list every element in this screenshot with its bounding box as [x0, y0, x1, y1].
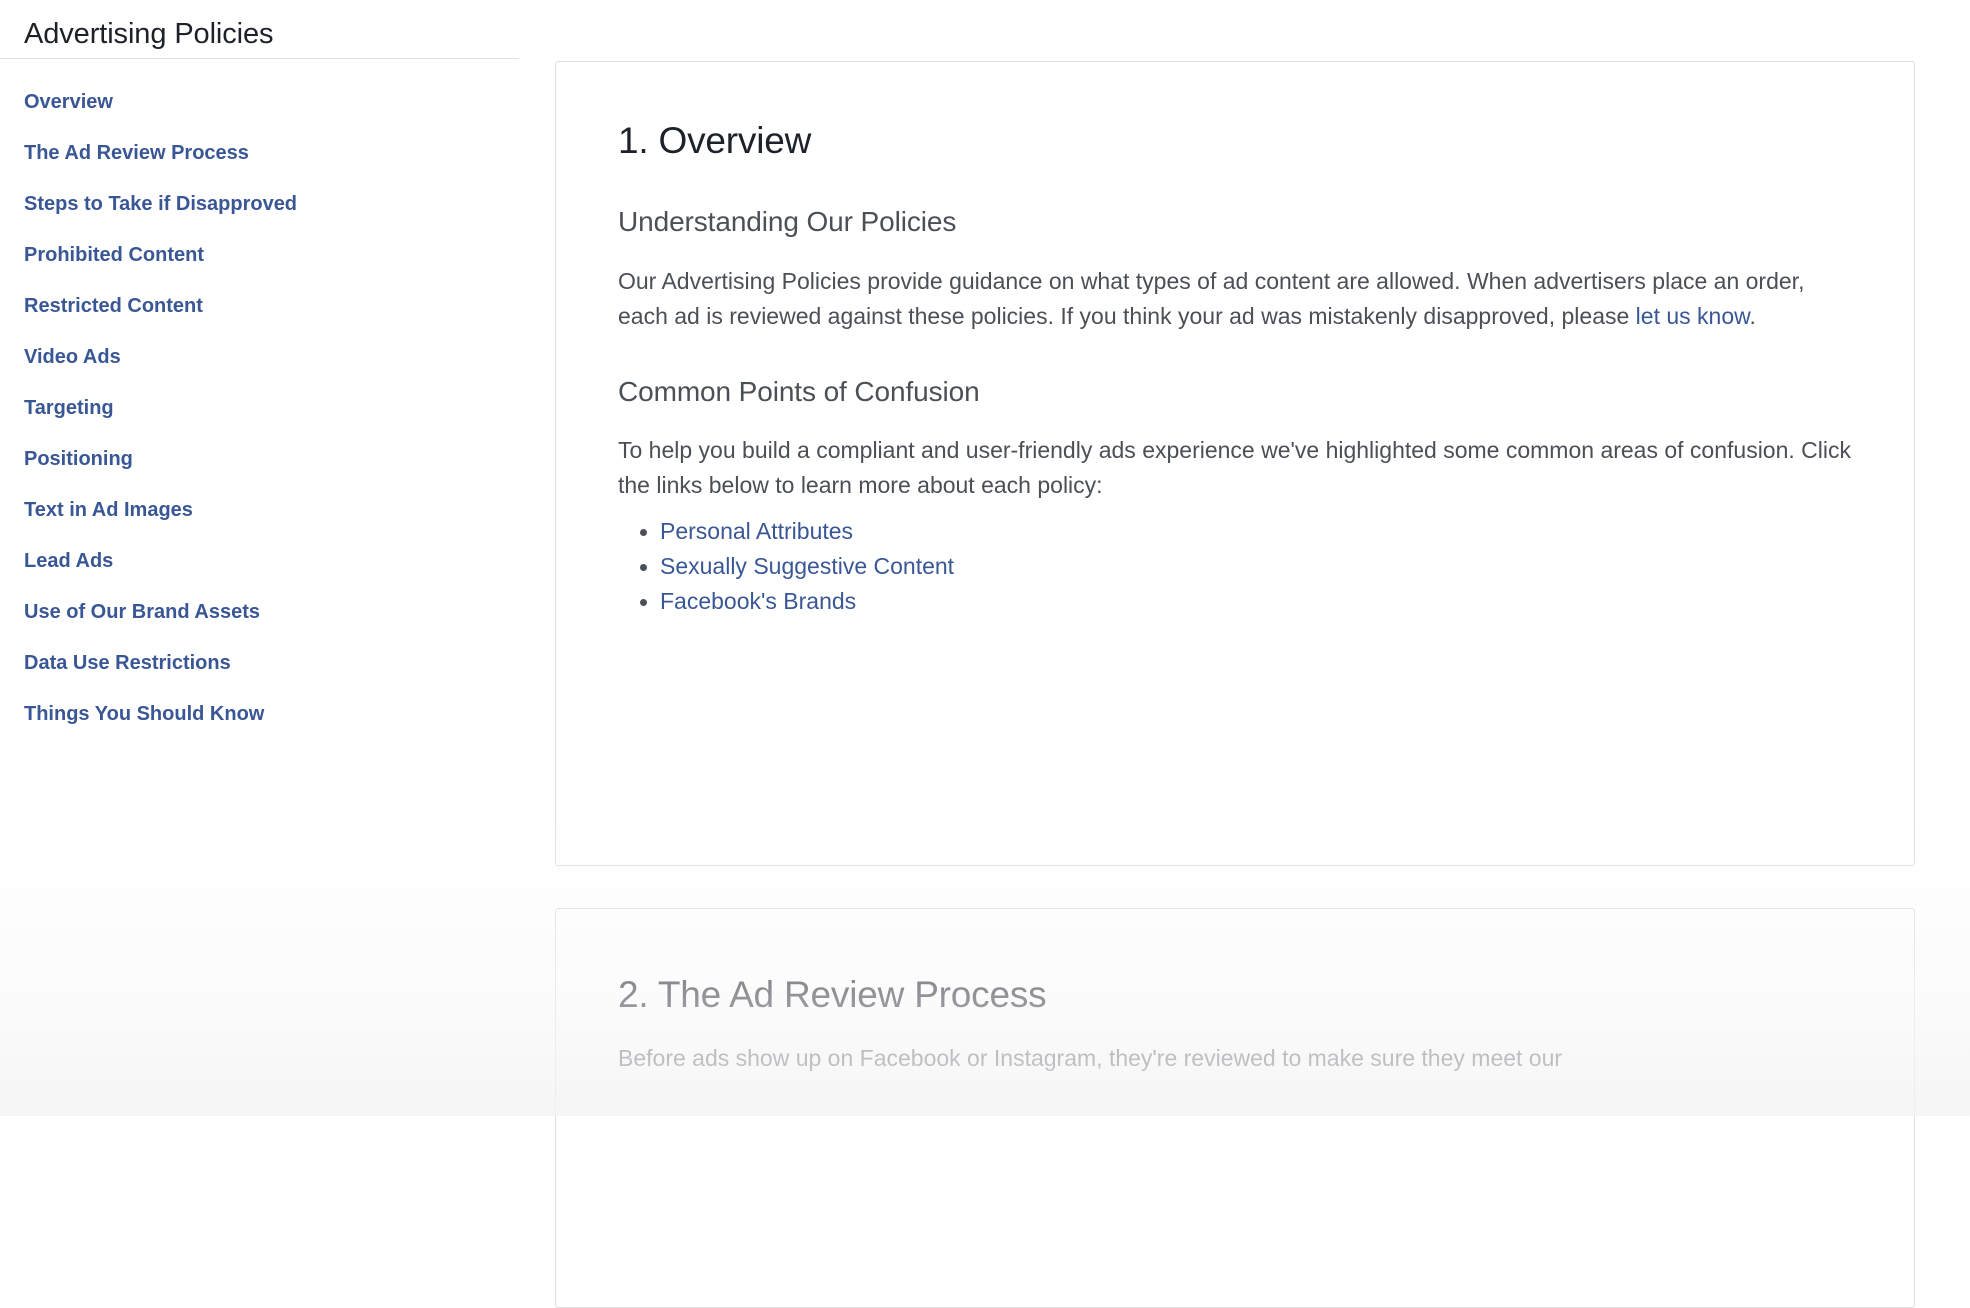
- section-heading-overview: 1. Overview: [618, 120, 812, 161]
- sidebar-item-steps-to-take-if-disapproved[interactable]: Steps to Take if Disapproved: [0, 179, 520, 230]
- main-content: 1. Overview Understanding Our Policies O…: [555, 0, 1970, 1308]
- sidebar-item-the-ad-review-process[interactable]: The Ad Review Process: [0, 128, 520, 179]
- paragraph-understanding-our-policies: Our Advertising Policies provide guidanc…: [618, 241, 1852, 334]
- sidebar-item-use-of-our-brand-assets[interactable]: Use of Our Brand Assets: [0, 587, 520, 638]
- section-card-ad-review-process-body: 2. The Ad Review Process Before ads show…: [556, 909, 1914, 1076]
- section-card-ad-review-process: 2. The Ad Review Process Before ads show…: [555, 908, 1915, 1308]
- sidebar-item-things-you-should-know[interactable]: Things You Should Know: [0, 689, 520, 740]
- let-us-know-link[interactable]: let us know: [1636, 303, 1750, 329]
- paragraph-text-tail: .: [1749, 302, 1756, 329]
- sidebar-item-overview[interactable]: Overview: [0, 77, 520, 128]
- sidebar-item-targeting[interactable]: Targeting: [0, 383, 520, 434]
- section-heading-ad-review-process: 2. The Ad Review Process: [618, 974, 1047, 1015]
- sidebar-item-restricted-content[interactable]: Restricted Content: [0, 281, 520, 332]
- paragraph-text-lead: Our Advertising Policies provide guidanc…: [618, 267, 1805, 329]
- link-personal-attributes[interactable]: Personal Attributes: [660, 518, 853, 544]
- sub-heading-understanding-our-policies: Understanding Our Policies: [618, 206, 957, 238]
- link-facebooks-brands[interactable]: Facebook's Brands: [660, 588, 856, 614]
- list-item: Sexually Suggestive Content: [640, 552, 1852, 587]
- sidebar-item-text-in-ad-images[interactable]: Text in Ad Images: [0, 485, 520, 536]
- sidebar-item-lead-ads[interactable]: Lead Ads: [0, 536, 520, 587]
- page-title: Advertising Policies: [24, 18, 274, 50]
- paragraph-common-points-of-confusion: To help you build a compliant and user-f…: [618, 436, 1852, 498]
- sidebar-item-data-use-restrictions[interactable]: Data Use Restrictions: [0, 638, 520, 689]
- common-confusion-link-list: Personal Attributes Sexually Suggestive …: [618, 503, 1852, 623]
- link-sexually-suggestive-content[interactable]: Sexually Suggestive Content: [660, 553, 954, 579]
- list-item: Personal Attributes: [640, 517, 1852, 552]
- list-item: Facebook's Brands: [640, 587, 1852, 622]
- section-card-overview: 1. Overview Understanding Our Policies O…: [555, 61, 1915, 866]
- sidebar-nav: Overview The Ad Review Process Steps to …: [0, 58, 520, 740]
- section-card-overview-body: 1. Overview Understanding Our Policies O…: [556, 62, 1914, 622]
- sub-heading-common-points-of-confusion: Common Points of Confusion: [618, 375, 980, 407]
- sidebar-item-prohibited-content[interactable]: Prohibited Content: [0, 230, 520, 281]
- advertising-policies-page: Advertising Policies Overview The Ad Rev…: [0, 0, 1970, 1308]
- sidebar-item-positioning[interactable]: Positioning: [0, 434, 520, 485]
- sidebar: Advertising Policies Overview The Ad Rev…: [0, 0, 520, 1116]
- sidebar-item-video-ads[interactable]: Video Ads: [0, 332, 520, 383]
- paragraph-ad-review-process: Before ads show up on Facebook or Instag…: [618, 1045, 1563, 1072]
